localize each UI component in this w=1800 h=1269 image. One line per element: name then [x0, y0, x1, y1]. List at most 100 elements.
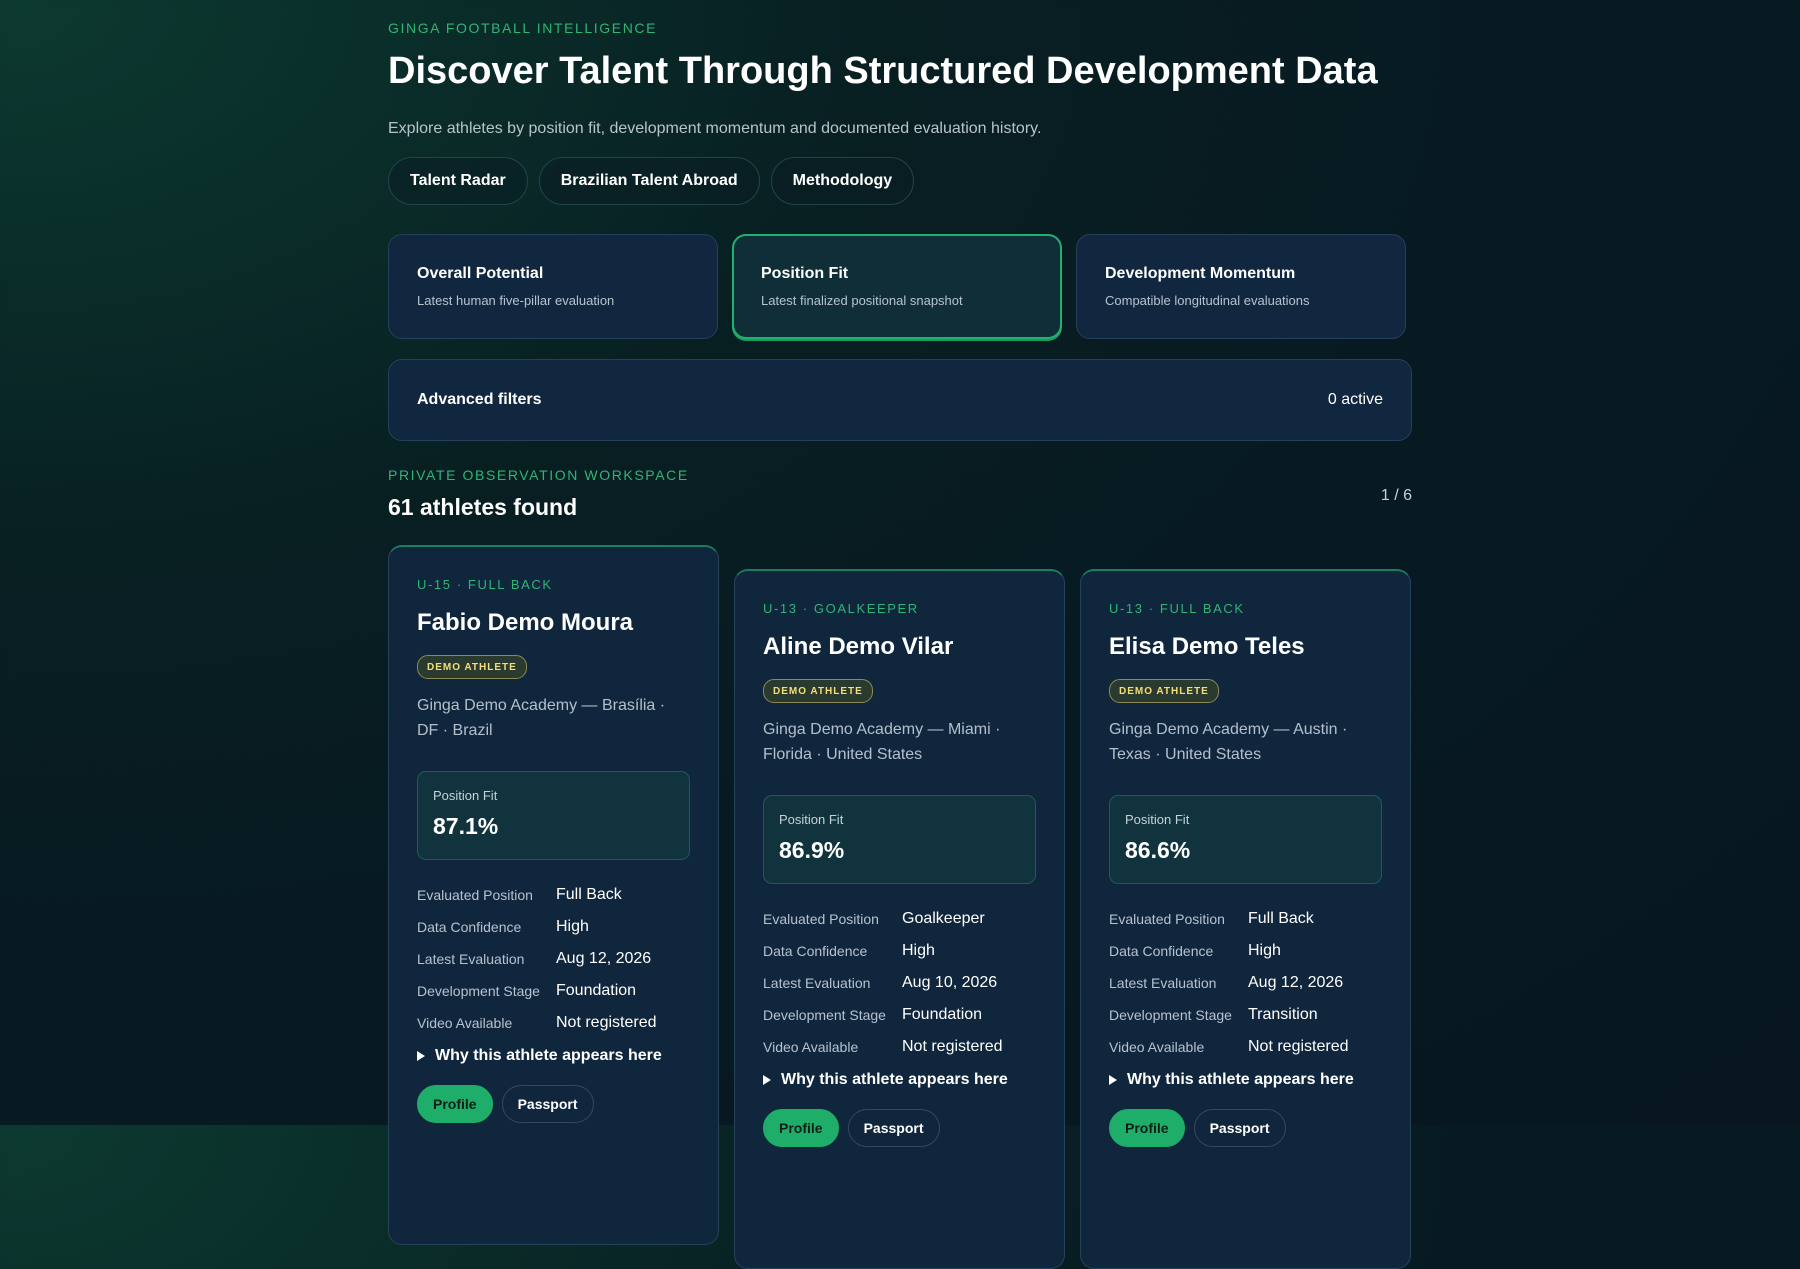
metric-value: 87.1% [433, 813, 499, 839]
mode-title: Position Fit [761, 265, 849, 282]
demo-badge: DEMO ATHLETE [417, 655, 527, 679]
metric-label: Position Fit [433, 788, 498, 803]
mode-subtitle: Compatible longitudinal evaluations [1105, 293, 1310, 308]
athlete-card: U-13 · FULL BACK Elisa Demo Teles DEMO A… [1080, 569, 1411, 1269]
detail-key: Data Confidence [417, 919, 522, 935]
metric-value: 86.9% [779, 837, 845, 863]
disclosure-triangle-icon [1109, 1075, 1117, 1085]
why-appears-toggle[interactable]: Why this athlete appears here [763, 1071, 1008, 1089]
metric-value: 86.6% [1125, 837, 1191, 863]
passport-button[interactable]: Passport [1193, 1109, 1286, 1147]
detail-key: Data Confidence [1109, 943, 1214, 959]
detail-key: Video Available [1109, 1039, 1205, 1055]
athlete-category: U-13 · GOALKEEPER [763, 601, 919, 616]
profile-button[interactable]: Profile [763, 1109, 839, 1147]
why-appears-label: Why this athlete appears here [781, 1071, 1008, 1088]
why-appears-label: Why this athlete appears here [435, 1047, 662, 1064]
athlete-academy: Ginga Demo Academy — Brasília · DF · Bra… [417, 697, 666, 739]
nav-brazilian-talent-abroad[interactable]: Brazilian Talent Abroad [538, 157, 760, 205]
detail-value: Aug 12, 2026 [1248, 974, 1344, 991]
athlete-name: Elisa Demo Teles [1109, 633, 1305, 660]
card-actions: Profile Passport [763, 1109, 940, 1147]
results-count: 61 athletes found [388, 494, 578, 520]
detail-key: Video Available [763, 1039, 859, 1055]
detail-value: Foundation [556, 982, 637, 999]
profile-button[interactable]: Profile [1109, 1109, 1185, 1147]
card-actions: Profile Passport [1109, 1109, 1286, 1147]
mode-overall-potential[interactable]: Overall Potential Latest human five-pill… [388, 234, 718, 339]
disclosure-triangle-icon [417, 1051, 425, 1061]
detail-row: Video Available Not registered [417, 1007, 697, 1039]
detail-row: Video Available Not registered [1109, 1031, 1389, 1063]
detail-value: High [556, 918, 589, 935]
passport-button[interactable]: Passport [847, 1109, 940, 1147]
why-appears-toggle[interactable]: Why this athlete appears here [417, 1047, 662, 1065]
mode-development-momentum[interactable]: Development Momentum Compatible longitud… [1076, 234, 1406, 339]
profile-button[interactable]: Profile [417, 1085, 493, 1123]
detail-key: Video Available [417, 1015, 513, 1031]
detail-key: Latest Evaluation [1109, 975, 1217, 991]
athlete-card: U-13 · GOALKEEPER Aline Demo Vilar DEMO … [734, 569, 1065, 1269]
athlete-category: U-15 · FULL BACK [417, 577, 553, 592]
detail-row: Latest Evaluation Aug 12, 2026 [417, 943, 697, 975]
detail-row: Video Available Not registered [763, 1031, 1043, 1063]
advanced-filters-toggle[interactable]: Advanced filters 0 active [388, 359, 1412, 441]
detail-row: Latest Evaluation Aug 12, 2026 [1109, 967, 1389, 999]
demo-badge: DEMO ATHLETE [1109, 679, 1219, 703]
detail-row: Development Stage Transition [1109, 999, 1389, 1031]
athlete-details: Evaluated Position Full Back Data Confide… [1109, 903, 1389, 1063]
why-appears-label: Why this athlete appears here [1127, 1071, 1354, 1088]
detail-row: Data Confidence High [763, 935, 1043, 967]
mode-position-fit[interactable]: Position Fit Latest finalized positional… [732, 234, 1062, 339]
detail-row: Evaluated Position Goalkeeper [763, 903, 1043, 935]
metric-label: Position Fit [1125, 812, 1190, 827]
detail-key: Development Stage [417, 983, 540, 999]
page-indicator: 1 / 6 [1380, 487, 1412, 504]
detail-key: Evaluated Position [763, 911, 879, 927]
detail-key: Evaluated Position [1109, 911, 1225, 927]
disclosure-triangle-icon [763, 1075, 771, 1085]
detail-key: Latest Evaluation [417, 951, 525, 967]
demo-badge: DEMO ATHLETE [763, 679, 873, 703]
why-appears-toggle[interactable]: Why this athlete appears here [1109, 1071, 1354, 1089]
mode-title: Overall Potential [417, 265, 544, 282]
metric-label: Position Fit [779, 812, 844, 827]
athlete-academy: Ginga Demo Academy — Austin · Texas · Un… [1109, 721, 1348, 763]
page-title: Discover Talent Through Structured Devel… [388, 50, 1378, 92]
detail-value: Not registered [1248, 1038, 1349, 1055]
workspace-eyebrow: PRIVATE OBSERVATION WORKSPACE [388, 467, 689, 483]
detail-row: Data Confidence High [417, 911, 697, 943]
athlete-category: U-13 · FULL BACK [1109, 601, 1245, 616]
detail-key: Data Confidence [763, 943, 868, 959]
mode-subtitle: Latest human five-pillar evaluation [417, 293, 615, 308]
detail-value: Full Back [556, 886, 622, 903]
mode-subtitle: Latest finalized positional snapshot [761, 293, 963, 308]
advanced-filters-label: Advanced filters [417, 391, 542, 408]
athlete-details: Evaluated Position Full Back Data Confide… [417, 879, 697, 1039]
passport-button[interactable]: Passport [501, 1085, 594, 1123]
card-actions: Profile Passport [417, 1085, 594, 1123]
detail-row: Data Confidence High [1109, 935, 1389, 967]
detail-key: Development Stage [1109, 1007, 1232, 1023]
detail-key: Evaluated Position [417, 887, 533, 903]
detail-row: Development Stage Foundation [763, 999, 1043, 1031]
nav-methodology[interactable]: Methodology [770, 157, 915, 205]
metric-box: Position Fit 86.6% [1109, 795, 1382, 884]
detail-row: Development Stage Foundation [417, 975, 697, 1007]
ranking-modes: Overall Potential Latest human five-pill… [388, 234, 1406, 339]
athlete-name: Aline Demo Vilar [763, 633, 954, 660]
metric-box: Position Fit 87.1% [417, 771, 690, 860]
page-subtitle: Explore athletes by position fit, develo… [388, 120, 1042, 137]
brand-eyebrow: GINGA FOOTBALL INTELLIGENCE [388, 20, 658, 36]
detail-key: Latest Evaluation [763, 975, 871, 991]
detail-value: Foundation [902, 1006, 983, 1023]
athlete-card: U-15 · FULL BACK Fabio Demo Moura DEMO A… [388, 545, 719, 1245]
detail-value: Not registered [556, 1014, 657, 1031]
nav-talent-radar[interactable]: Talent Radar [388, 157, 528, 205]
detail-key: Development Stage [763, 1007, 886, 1023]
detail-row: Latest Evaluation Aug 10, 2026 [763, 967, 1043, 999]
detail-value: High [1248, 942, 1281, 959]
athlete-details: Evaluated Position Goalkeeper Data Confid… [763, 903, 1043, 1063]
detail-value: Goalkeeper [902, 910, 985, 927]
detail-value: Aug 10, 2026 [902, 974, 998, 991]
